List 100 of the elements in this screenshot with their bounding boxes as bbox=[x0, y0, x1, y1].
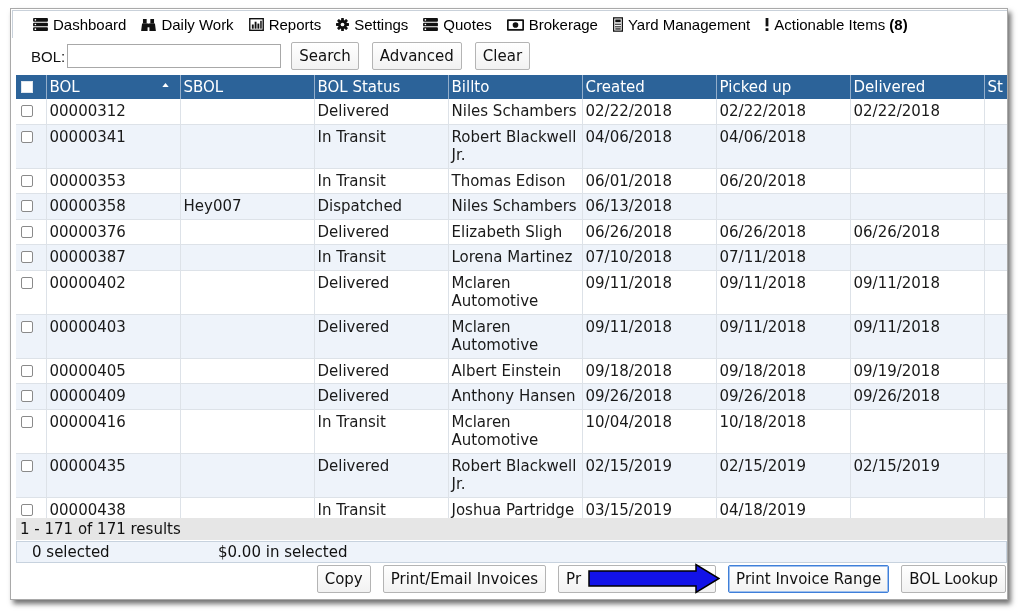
column-header[interactable]: Delivered bbox=[850, 75, 984, 99]
row-checkbox[interactable] bbox=[21, 225, 33, 238]
table-cell: Dispatched bbox=[314, 193, 448, 219]
table-cell: 09/18/2018 bbox=[716, 358, 850, 384]
row-checkbox[interactable] bbox=[21, 364, 33, 377]
action-button[interactable]: Copy bbox=[316, 565, 371, 593]
table-cell: Robert Blackwell Jr. bbox=[448, 453, 582, 497]
column-header[interactable]: Created bbox=[582, 75, 716, 99]
nav-link[interactable]: Dashboard bbox=[33, 16, 127, 33]
table-cell: 06/20/2018 bbox=[716, 168, 850, 194]
row-checkbox[interactable] bbox=[21, 390, 33, 402]
table-cell: 00000353 bbox=[46, 168, 180, 194]
table-cell: Niles Schambers bbox=[448, 99, 582, 124]
row-checkbox[interactable] bbox=[21, 415, 33, 428]
gear-icon bbox=[336, 18, 350, 31]
table-cell: 00000312 bbox=[46, 99, 180, 124]
nav-link[interactable]: Daily Work bbox=[141, 16, 234, 33]
nav-link[interactable]: Actionable Items (8) bbox=[765, 16, 908, 33]
table-cell: 06/26/2018 bbox=[716, 219, 850, 245]
search-bar-button[interactable]: Advanced bbox=[371, 42, 462, 70]
search-bar-button[interactable]: Search bbox=[291, 42, 359, 70]
action-button[interactable]: Print Invoice Range bbox=[728, 565, 890, 593]
table-cell: Niles Schambers bbox=[448, 193, 582, 219]
nav-link[interactable]: Brokerage bbox=[506, 16, 598, 33]
table-cell: 00000405 bbox=[46, 358, 180, 384]
table-cell: In Transit bbox=[314, 124, 448, 168]
table-cell: 02/15/2019 bbox=[716, 453, 850, 497]
table-cell: 09/11/2018 bbox=[850, 270, 984, 314]
row-checkbox[interactable] bbox=[21, 503, 33, 516]
table-cell: 06/13/2018 bbox=[582, 193, 716, 219]
action-button[interactable]: BOL Lookup bbox=[901, 565, 1006, 593]
banknote-icon bbox=[506, 18, 524, 31]
action-button[interactable]: Print/Email Invoices bbox=[382, 565, 547, 593]
nav-link[interactable]: Settings bbox=[336, 16, 409, 33]
row-checkbox[interactable] bbox=[21, 130, 33, 143]
table-cell: 00000416 bbox=[46, 409, 180, 453]
table-cell: Delivered bbox=[314, 453, 448, 497]
table-cell: 09/11/2018 bbox=[716, 314, 850, 358]
nav-link[interactable]: Yard Management bbox=[612, 16, 751, 33]
selected-count: 0 selected bbox=[32, 542, 111, 562]
row-checkbox[interactable] bbox=[21, 105, 33, 117]
table-cell: 02/15/2019 bbox=[582, 453, 716, 497]
table-cell: 07/10/2018 bbox=[582, 244, 716, 270]
row-checkbox[interactable] bbox=[21, 174, 33, 187]
column-header[interactable]: BOL bbox=[46, 75, 180, 99]
table-cell: 00000409 bbox=[46, 383, 180, 409]
table-cell: 00000341 bbox=[46, 124, 180, 168]
table-cell: Mclaren Automotive bbox=[448, 270, 582, 314]
table-cell: Delivered bbox=[314, 314, 448, 358]
search-bar-button[interactable]: Clear bbox=[474, 42, 531, 70]
table-cell: Lorena Martinez bbox=[448, 244, 582, 270]
table-cell: 02/15/2019 bbox=[850, 453, 984, 497]
table-cell: 09/11/2018 bbox=[716, 270, 850, 314]
table-cell: In Transit bbox=[314, 244, 448, 270]
table-cell: 00000403 bbox=[46, 314, 180, 358]
table-cell: Robert Blackwell Jr. bbox=[448, 124, 582, 168]
nav-link[interactable]: Quotes bbox=[423, 16, 492, 33]
table-cell: 00000402 bbox=[46, 270, 180, 314]
table-cell: 09/26/2018 bbox=[716, 383, 850, 409]
column-header[interactable]: St bbox=[984, 75, 1007, 99]
selected-amount: $0.00 in selected bbox=[218, 542, 348, 562]
row-checkbox[interactable] bbox=[21, 276, 33, 289]
table-cell: 02/22/2018 bbox=[582, 99, 716, 124]
table-cell: Thomas Edison bbox=[448, 168, 582, 194]
table-cell: 02/22/2018 bbox=[850, 99, 984, 124]
table-cell: 09/19/2018 bbox=[850, 358, 984, 384]
table-cell: 09/26/2018 bbox=[582, 383, 716, 409]
table-cell: In Transit bbox=[314, 409, 448, 453]
table-cell: 09/11/2018 bbox=[582, 314, 716, 358]
table-cell: 09/26/2018 bbox=[850, 383, 984, 409]
bol-search-field[interactable] bbox=[67, 44, 282, 68]
table-cell: 02/22/2018 bbox=[716, 99, 850, 124]
bar-chart-icon bbox=[248, 18, 264, 31]
column-header[interactable]: Picked up bbox=[716, 75, 850, 99]
table-cell: 00000376 bbox=[46, 219, 180, 245]
table-cell: Delivered bbox=[314, 270, 448, 314]
nav-link[interactable]: Reports bbox=[248, 16, 322, 33]
column-header[interactable]: SBOL bbox=[180, 75, 314, 99]
table-cell: Delivered bbox=[314, 99, 448, 124]
results-count: 1 - 171 of 171 results bbox=[20, 520, 181, 538]
row-checkbox[interactable] bbox=[21, 459, 33, 472]
binoculars-icon bbox=[141, 18, 157, 31]
table-cell: 06/26/2018 bbox=[582, 219, 716, 245]
table-cell: 09/11/2018 bbox=[582, 270, 716, 314]
column-header[interactable]: BOL Status bbox=[314, 75, 448, 99]
select-all-checkbox[interactable] bbox=[21, 81, 33, 93]
table-cell: Delivered bbox=[314, 219, 448, 245]
table-cell: 07/11/2018 bbox=[716, 244, 850, 270]
row-checkbox[interactable] bbox=[21, 251, 33, 263]
table-cell: Delivered bbox=[314, 358, 448, 384]
table-cell: Mclaren Automotive bbox=[448, 314, 582, 358]
row-checkbox[interactable] bbox=[21, 200, 33, 212]
row-checkbox[interactable] bbox=[21, 320, 33, 333]
table-cell: Anthony Hansen bbox=[448, 383, 582, 409]
column-header[interactable]: Billto bbox=[448, 75, 582, 99]
table-cell: 10/18/2018 bbox=[716, 409, 850, 453]
table-cell: 09/11/2018 bbox=[850, 314, 984, 358]
table-cell: Albert Einstein bbox=[448, 358, 582, 384]
table-cell: 04/06/2018 bbox=[582, 124, 716, 168]
building-icon bbox=[612, 17, 623, 32]
